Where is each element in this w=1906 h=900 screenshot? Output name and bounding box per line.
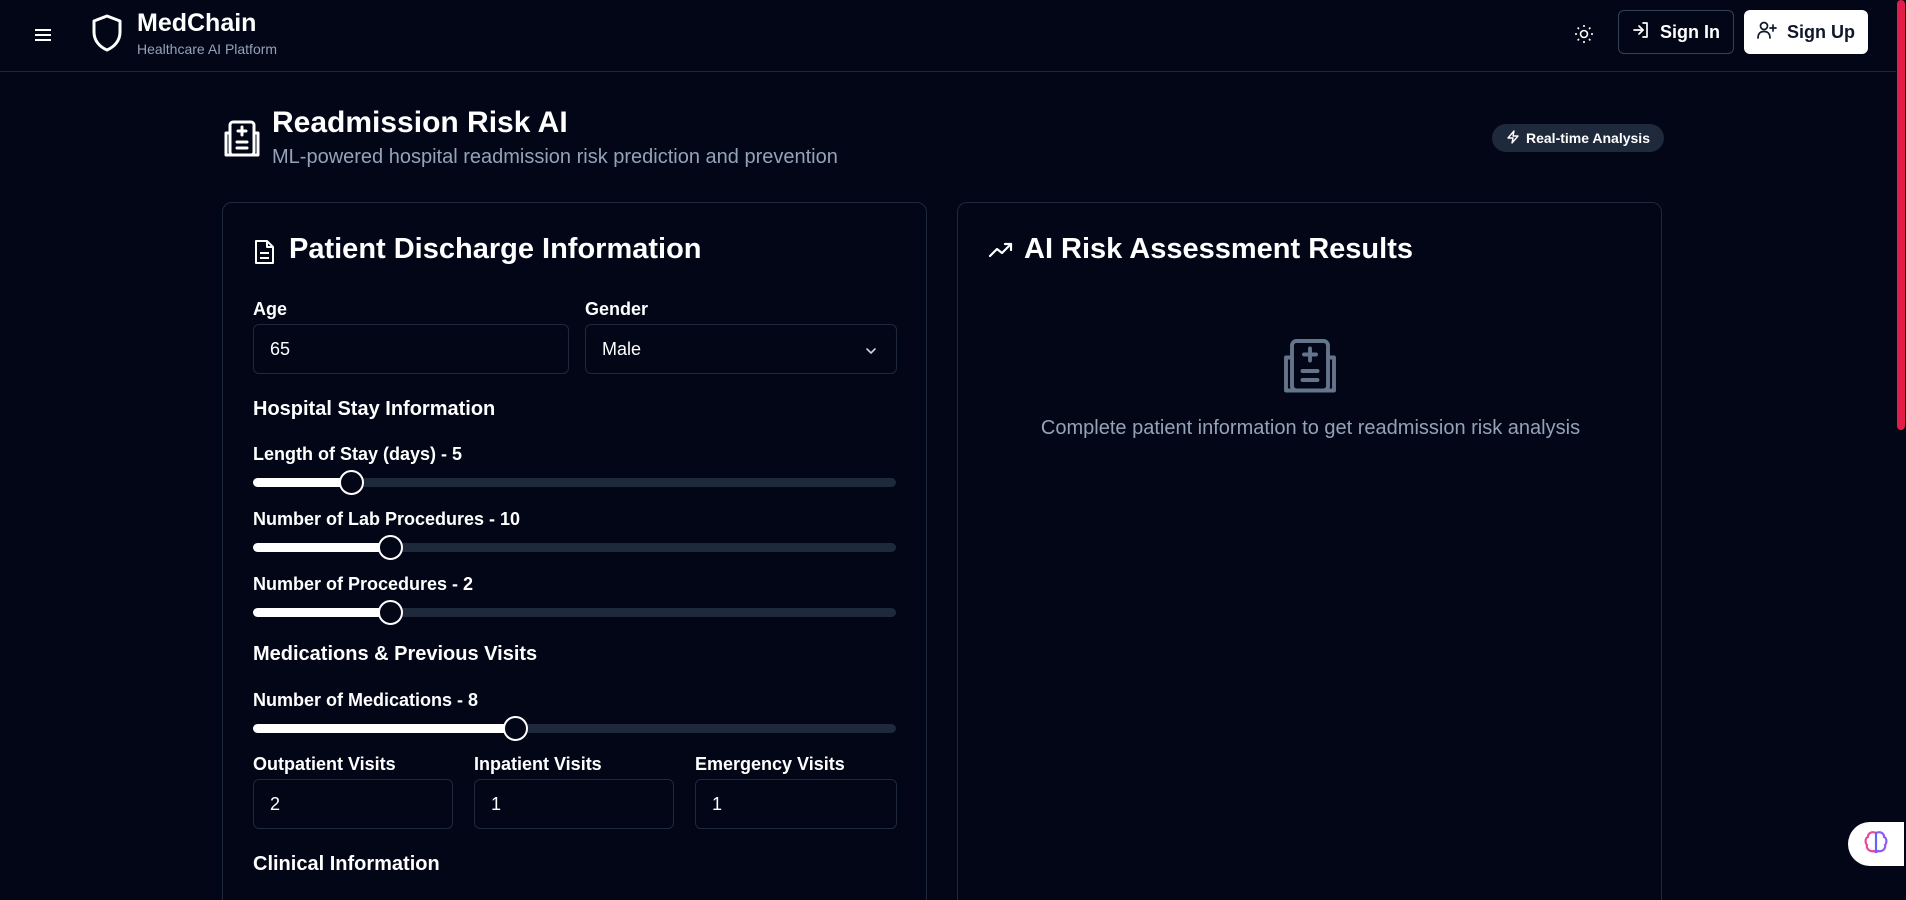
sun-icon[interactable] — [1568, 18, 1600, 50]
slider-thumb[interactable] — [377, 600, 403, 625]
brand-tagline: Healthcare AI Platform — [137, 41, 278, 57]
hospital-icon — [222, 118, 262, 163]
top-navigation-bar: MedChain Healthcare AI Platform Sign In … — [0, 0, 1906, 72]
slider-thumb[interactable] — [502, 716, 528, 741]
hospital-stay-heading: Hospital Stay Information — [253, 398, 496, 420]
menu-icon[interactable] — [30, 22, 56, 48]
brand-name[interactable]: MedChain — [137, 9, 256, 38]
chevron-down-icon — [864, 342, 878, 363]
patient-discharge-card: Patient Discharge Information Age 65 Gen… — [222, 202, 927, 900]
risk-results-card: AI Risk Assessment Results Complete pati… — [957, 202, 1662, 900]
slider-thumb[interactable] — [339, 470, 365, 495]
scrollbar-thumb[interactable] — [1897, 0, 1905, 430]
slider-fill — [253, 543, 390, 552]
trending-up-icon — [988, 241, 1014, 264]
gender-select[interactable]: Male — [585, 324, 897, 374]
slider-label-lab-procedures: Number of Lab Procedures - 10 — [253, 509, 521, 529]
slider-fill — [253, 724, 515, 733]
page-subtitle: ML-powered hospital readmission risk pre… — [272, 146, 838, 168]
sign-in-button[interactable]: Sign In — [1618, 10, 1734, 54]
realtime-badge: Real-time Analysis — [1492, 124, 1664, 152]
user-plus-icon — [1757, 21, 1777, 44]
inpatient-visits-input[interactable]: 1 — [474, 779, 674, 829]
form-title: Patient Discharge Information — [289, 233, 702, 265]
results-empty-message: Complete patient information to get read… — [1040, 417, 1581, 439]
outpatient-visits-label: Outpatient Visits — [253, 754, 396, 774]
ai-assistant-button[interactable] — [1848, 822, 1904, 866]
slider-label-medications: Number of Medications - 8 — [253, 690, 479, 710]
log-in-icon — [1632, 21, 1650, 44]
length-of-stay-slider[interactable] — [253, 470, 896, 495]
page-title: Readmission Risk AI — [272, 106, 568, 139]
procedures-slider[interactable] — [253, 600, 896, 625]
emergency-visits-input[interactable]: 1 — [695, 779, 897, 829]
outpatient-visits-input[interactable]: 2 — [253, 779, 453, 829]
age-label: Age — [253, 299, 288, 319]
results-title: AI Risk Assessment Results — [1024, 233, 1413, 265]
realtime-badge-label: Real-time Analysis — [1526, 130, 1650, 146]
medications-slider[interactable] — [253, 716, 896, 741]
medications-heading: Medications & Previous Visits — [253, 643, 538, 665]
lab-procedures-slider[interactable] — [253, 535, 896, 560]
slider-fill — [253, 608, 390, 617]
shield-icon — [90, 13, 124, 58]
zap-icon — [1506, 129, 1520, 147]
slider-label-procedures: Number of Procedures - 2 — [253, 574, 474, 594]
gender-label: Gender — [585, 299, 649, 319]
sign-up-button[interactable]: Sign Up — [1744, 10, 1868, 54]
hospital-icon — [1280, 335, 1340, 400]
age-input[interactable]: 65 — [253, 324, 569, 374]
file-text-icon — [253, 239, 275, 270]
slider-fill — [253, 478, 352, 487]
brain-icon — [1863, 830, 1889, 859]
slider-thumb[interactable] — [377, 535, 403, 560]
gender-select-value: Male — [602, 338, 642, 359]
clinical-info-heading: Clinical Information — [253, 853, 440, 875]
inpatient-visits-label: Inpatient Visits — [474, 754, 602, 774]
slider-label-length-of-stay: Length of Stay (days) - 5 — [253, 444, 463, 464]
sign-up-label: Sign Up — [1787, 21, 1855, 42]
sign-in-label: Sign In — [1660, 21, 1720, 42]
emergency-visits-label: Emergency Visits — [695, 754, 845, 774]
